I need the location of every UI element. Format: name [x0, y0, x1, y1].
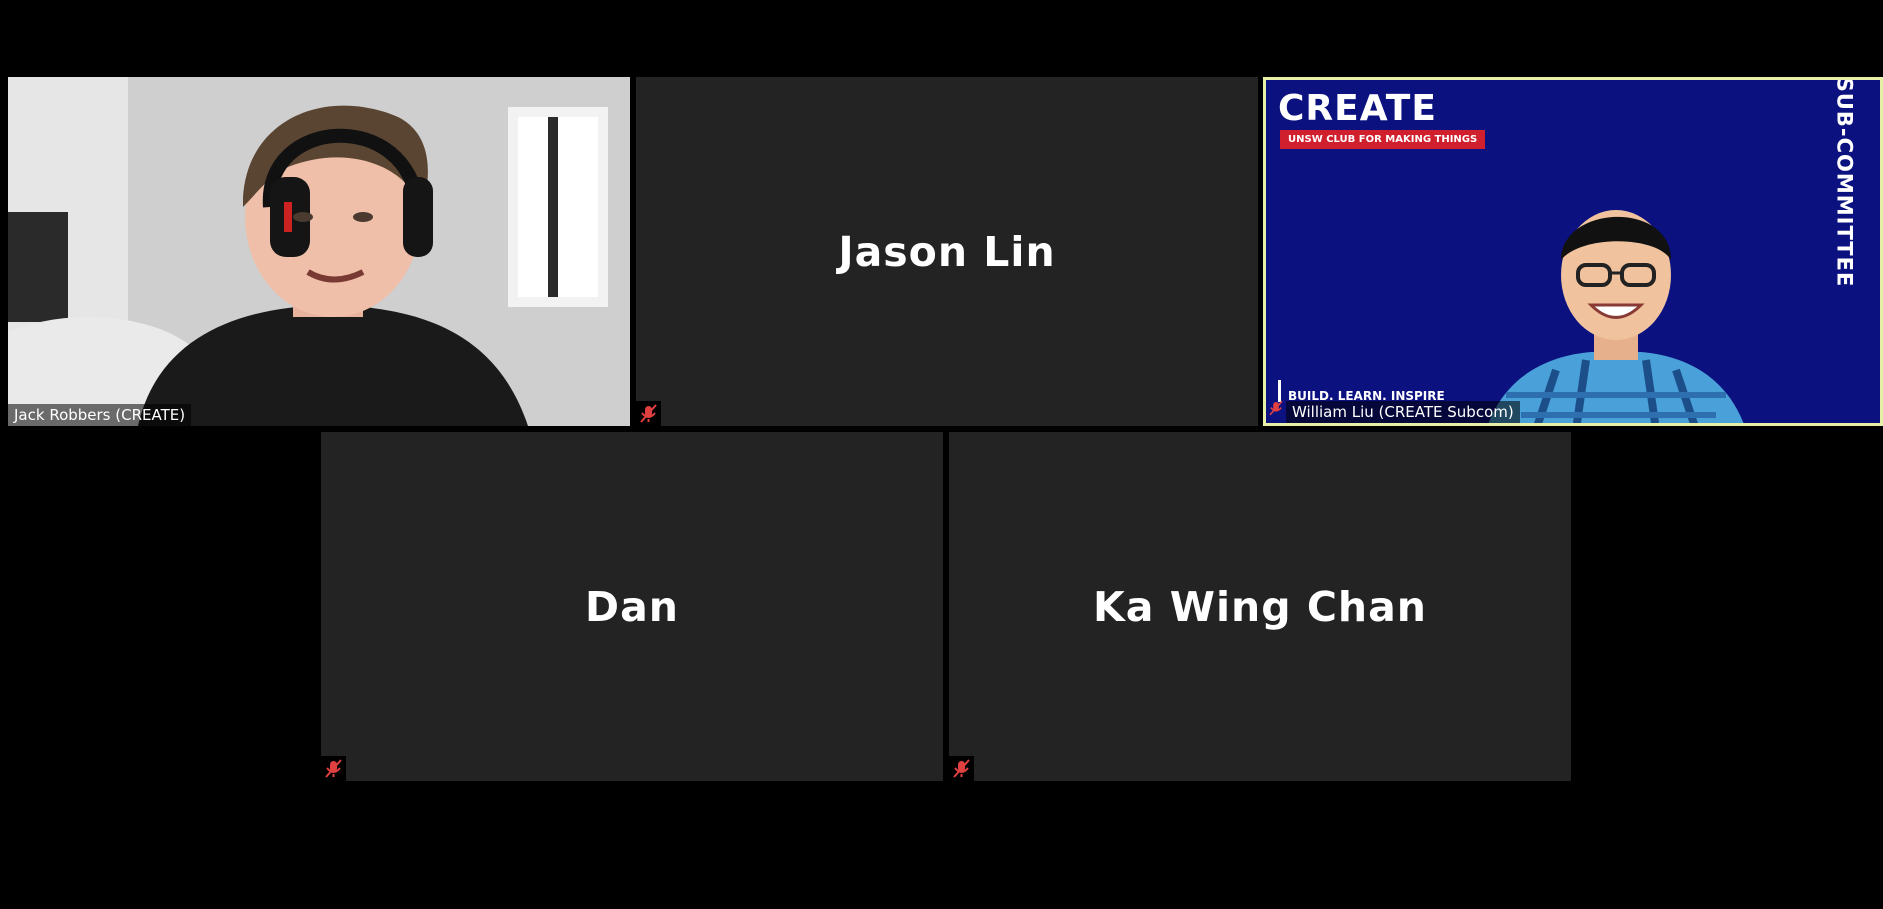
muted-mic-icon: [636, 401, 661, 426]
participant-name-label: William Liu (CREATE Subcom): [1286, 401, 1520, 423]
video-tile-dan[interactable]: Dan: [321, 432, 943, 781]
webcam-video-feed: [8, 77, 630, 426]
muted-mic-icon: [949, 756, 974, 781]
participant-display-name: Jason Lin: [838, 227, 1056, 276]
brand-logo-text: CREATE: [1278, 88, 1437, 129]
brand-tagline: UNSW CLUB FOR MAKING THINGS: [1280, 130, 1486, 149]
webcam-video-feed: [1488, 210, 1744, 423]
video-tile-william-liu[interactable]: CREATE UNSW CLUB FOR MAKING THINGS SUB-C…: [1263, 77, 1883, 426]
participant-display-name: Dan: [585, 582, 679, 631]
side-text: SUB-COMMITTEE: [1832, 77, 1857, 288]
muted-mic-icon: [321, 756, 346, 781]
participant-name-label: Jack Robbers (CREATE): [8, 404, 192, 426]
participant-display-name: Ka Wing Chan: [1093, 582, 1427, 631]
video-tile-jack-robbers[interactable]: Jack Robbers (CREATE): [8, 77, 630, 426]
muted-mic-icon: [1266, 398, 1286, 423]
video-tile-jason-lin[interactable]: Jason Lin: [636, 77, 1258, 426]
video-tile-ka-wing-chan[interactable]: Ka Wing Chan: [949, 432, 1571, 781]
